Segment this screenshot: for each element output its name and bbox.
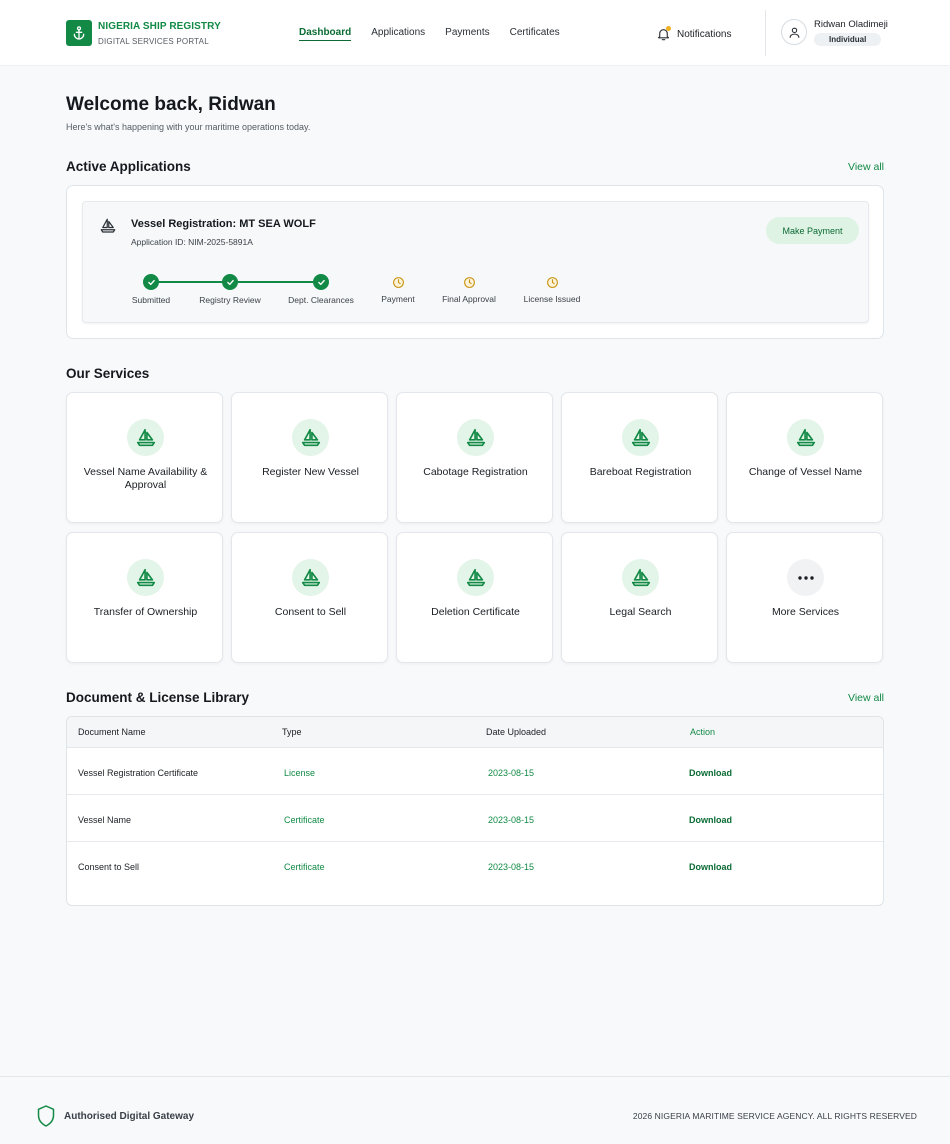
service-label: Deletion Certificate (431, 606, 520, 618)
anchor-icon (66, 20, 92, 46)
service-label: Transfer of Ownership (93, 606, 198, 618)
step-label: License Issued (523, 294, 581, 304)
notification-badge (666, 26, 671, 31)
make-payment-button[interactable]: Make Payment (766, 217, 859, 244)
user-name: Ridwan Oladimeji (814, 19, 888, 30)
document-table: Document Name Type Date Uploaded Action … (66, 716, 884, 906)
service-vessel-name-availability[interactable]: Vessel Name Availability & Approval (66, 392, 223, 523)
document-type: Certificate (284, 862, 325, 872)
table-row: Vessel Registration Certificate License … (67, 748, 883, 795)
service-register-new-vessel[interactable]: Register New Vessel (231, 392, 388, 523)
nav-payments[interactable]: Payments (445, 27, 489, 41)
top-header: NIGERIA SHIP REGISTRY DIGITAL SERVICES P… (0, 0, 950, 66)
service-more-services[interactable]: More Services (726, 532, 883, 663)
services-title: Our Services (66, 366, 150, 381)
check-icon (313, 274, 329, 290)
service-label: Legal Search (609, 606, 672, 618)
check-icon (222, 274, 238, 290)
service-label: Vessel Name Availability & Approval (83, 466, 208, 491)
column-header: Document Name (78, 727, 146, 737)
sailboat-icon (127, 419, 164, 456)
document-date: 2023-08-15 (488, 768, 535, 778)
nav-applications[interactable]: Applications (371, 27, 425, 41)
service-label: Bareboat Registration (589, 466, 692, 478)
step-label: Registry Review (199, 295, 261, 305)
shield-icon (37, 1105, 55, 1127)
service-label: More Services (771, 606, 840, 618)
application-title: Vessel Registration: MT SEA WOLF (131, 218, 316, 230)
clock-icon (462, 275, 476, 289)
document-date: 2023-08-15 (488, 862, 535, 872)
service-label: Change of Vessel Name (748, 466, 863, 478)
sailboat-icon (622, 419, 659, 456)
sailboat-icon (457, 559, 494, 596)
brand-subtitle: DIGITAL SERVICES PORTAL (98, 36, 209, 46)
clock-icon (545, 275, 559, 289)
document-type: License (284, 768, 316, 778)
service-label: Consent to Sell (274, 606, 347, 618)
service-cabotage-registration[interactable]: Cabotage Registration (396, 392, 553, 523)
sailboat-icon (292, 559, 329, 596)
library-view-all[interactable]: View all (848, 692, 884, 704)
notifications-button[interactable]: Notifications (656, 26, 731, 42)
service-legal-search[interactable]: Legal Search (561, 532, 718, 663)
document-name: Vessel Registration Certificate (78, 768, 199, 778)
document-name: Vessel Name (78, 815, 132, 825)
column-header: Type (282, 727, 302, 737)
service-bareboat-registration[interactable]: Bareboat Registration (561, 392, 718, 523)
brand[interactable]: NIGERIA SHIP REGISTRY DIGITAL SERVICES P… (66, 20, 221, 46)
user-role-badge: Individual (814, 33, 882, 46)
bell-icon (656, 26, 671, 42)
clock-icon (391, 275, 405, 289)
step-registry-review: Registry Review (180, 272, 280, 305)
document-name: Consent to Sell (78, 862, 140, 872)
sailboat-icon (127, 559, 164, 596)
main-nav: Dashboard Applications Payments Certific… (299, 27, 580, 41)
application-item: Vessel Registration: MT SEA WOLF Applica… (82, 201, 869, 323)
document-date: 2023-08-15 (488, 815, 535, 825)
download-link[interactable]: Download (689, 862, 732, 872)
table-row: Vessel Name Certificate 2023-08-15 Downl… (67, 795, 883, 842)
active-applications-view-all[interactable]: View all (848, 161, 884, 173)
sailboat-icon (292, 419, 329, 456)
service-label: Cabotage Registration (423, 466, 528, 478)
application-progress-stepper: Submitted Registry Review Dept. Clearanc… (83, 272, 870, 312)
brand-title: NIGERIA SHIP REGISTRY (98, 20, 221, 32)
more-horizontal-icon (787, 559, 824, 596)
active-applications-title: Active Applications (66, 159, 191, 174)
service-change-of-vessel-name[interactable]: Change of Vessel Name (726, 392, 883, 523)
footer: Authorised Digital Gateway 2026 NIGERIA … (0, 1076, 950, 1144)
user-icon (789, 27, 799, 38)
column-header: Date Uploaded (486, 727, 547, 737)
download-link[interactable]: Download (689, 815, 732, 825)
sailboat-icon (622, 559, 659, 596)
footer-copyright: 2026 NIGERIA MARITIME SERVICE AGENCY. AL… (632, 1111, 917, 1121)
library-title: Document & License Library (66, 690, 250, 705)
service-transfer-of-ownership[interactable]: Transfer of Ownership (66, 532, 223, 663)
sailboat-icon (457, 419, 494, 456)
footer-gateway-label: Authorised Digital Gateway (64, 1110, 195, 1122)
avatar[interactable] (781, 19, 807, 45)
application-id: Application ID: NIM-2025-5891A (131, 237, 253, 247)
sailboat-icon (99, 217, 117, 240)
active-applications-card: Vessel Registration: MT SEA WOLF Applica… (66, 185, 884, 339)
service-deletion-certificate[interactable]: Deletion Certificate (396, 532, 553, 663)
table-row: Consent to Sell Certificate 2023-08-15 D… (67, 842, 883, 889)
check-icon (143, 274, 159, 290)
document-type: Certificate (284, 815, 325, 825)
table-header: Document Name Type Date Uploaded Action (67, 717, 883, 748)
page-title: Welcome back, Ridwan (66, 94, 276, 115)
nav-certificates[interactable]: Certificates (510, 27, 560, 41)
header-divider (765, 10, 766, 56)
page-subtitle: Here's what's happening with your mariti… (66, 122, 311, 132)
download-link[interactable]: Download (689, 768, 732, 778)
service-consent-to-sell[interactable]: Consent to Sell (231, 532, 388, 663)
footer-gateway: Authorised Digital Gateway (36, 1104, 194, 1128)
service-label: Register New Vessel (262, 466, 359, 478)
sailboat-icon (787, 419, 824, 456)
notifications-label: Notifications (677, 28, 732, 40)
nav-dashboard[interactable]: Dashboard (299, 27, 352, 41)
column-header: Action (690, 727, 716, 737)
step-license-issued: License Issued (502, 272, 602, 304)
